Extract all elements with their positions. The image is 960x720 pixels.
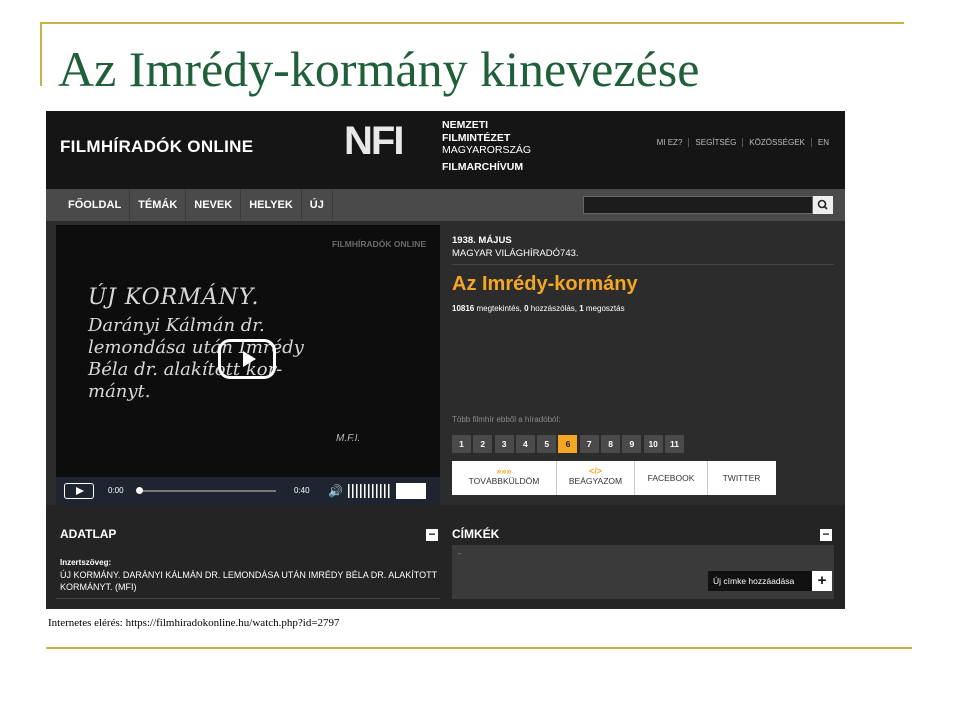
site-header: FILMHÍRADÓK ONLINE NFI NEMZETI FILMINTÉZ… [46,111,845,189]
insert-text: ÚJ KORMÁNY. DARÁNYI KÁLMÁN DR. LEMONDÁSA… [60,570,437,592]
embed-label: BEÁGYAZOM [568,476,623,486]
nfi-logo[interactable]: NFI [344,119,404,164]
video-date: 1938. MÁJUS [452,235,512,246]
adatlap-content: Inzertszöveg: ÚJ KORMÁNY. DARÁNYI KÁLMÁN… [60,557,440,593]
new-tag-input[interactable]: Új címke hozzáadása [708,571,812,591]
nav-bar: FŐOLDAL TÉMÁK NEVEK HELYEK ÚJ [46,189,845,221]
page-4[interactable]: 4 [515,435,535,453]
tags-collapse-button[interactable]: − [820,528,832,541]
nav-item-fooldal[interactable]: FŐOLDAL [60,189,131,221]
org-line-1: NEMZETI [442,119,489,131]
adatlap-collapse-button[interactable]: − [426,528,438,541]
volume-slider[interactable] [348,484,392,498]
more-news-label: Több filmhír ebből a híradóból: [452,415,561,424]
search-input[interactable] [583,196,813,214]
page-6-active[interactable]: 6 [558,435,578,453]
views-label: megtekintés, [474,304,525,313]
pagination: 1 2 3 4 5 6 7 8 9 10 11 [452,435,686,453]
video-stats: 10816 megtekintés, 0 hozzászólás, 1 mego… [452,304,625,313]
search-button[interactable] [813,196,833,214]
video-watermark: FILMHÍRADÓK ONLINE [332,239,426,249]
page-7[interactable]: 7 [579,435,599,453]
tags-title: CÍMKÉK [452,527,500,541]
views-count: 10816 [452,304,475,313]
slide-title: Az Imrédy-kormány kinevezése [58,41,700,97]
play-button[interactable] [64,483,94,499]
embed-button[interactable]: </> BEÁGYAZOM [557,461,635,495]
org-line-3: MAGYARORSZÁG [442,144,532,156]
page-1[interactable]: 1 [452,435,471,453]
page-8[interactable]: 8 [601,435,621,453]
link-kozossegek[interactable]: KÖZÖSSÉGEK [742,138,811,147]
org-line-4: FILMARCHÍVUM [442,160,524,173]
current-time: 0:00 [108,486,124,495]
total-time: 0:40 [294,486,310,495]
nav-item-helyek[interactable]: HELYEK [241,189,302,221]
insert-text-label: Inzertszöveg: [60,558,112,567]
twitter-button[interactable]: TWITTER [708,461,775,495]
bottom-rule [46,647,912,649]
video-title: Az Imrédy-kormány [452,273,638,295]
top-rule [40,22,904,24]
forward-icon: »»» [496,466,512,476]
top-links: MI EZ? SEGÍTSÉG KÖZÖSSÉGEK EN [651,138,835,147]
seek-handle[interactable] [136,487,143,494]
website-screenshot: FILMHÍRADÓK ONLINE NFI NEMZETI FILMINTÉZ… [46,111,845,609]
page-3[interactable]: 3 [494,435,514,453]
tags-empty: - [458,549,461,558]
nav-menu: FŐOLDAL TÉMÁK NEVEK HELYEK ÚJ [60,189,333,221]
tags-list: - Új címke hozzáadása + [452,545,834,599]
site-brand[interactable]: FILMHÍRADÓK ONLINE [60,137,253,157]
page-5[interactable]: 5 [537,435,557,453]
video-player[interactable]: FILMHÍRADÓK ONLINE ÚJ KORMÁNY. Darányi K… [56,225,440,505]
link-en[interactable]: EN [810,138,835,147]
nav-item-temak[interactable]: TÉMÁK [130,189,187,221]
link-segitseg[interactable]: SEGÍTSÉG [688,138,742,147]
nav-item-nevek[interactable]: NEVEK [186,189,242,221]
adatlap-divider [56,598,440,599]
page-11[interactable]: 11 [664,435,684,453]
video-series[interactable]: MAGYAR VILÁGHÍRADÓ743. [452,248,834,265]
forward-label: TOVÁBBKÜLDÖM [468,476,540,486]
source-caption: Internetes elérés: https://filmhiradokon… [48,617,340,629]
fullscreen-button[interactable] [396,483,426,499]
embed-icon: </> [588,466,602,476]
volume-icon[interactable]: 🔊 [328,484,343,498]
frame-line-1: Darányi Kálmán dr. [88,315,265,336]
page-9[interactable]: 9 [622,435,642,453]
frame-heading: ÚJ KORMÁNY. [88,285,260,310]
share-bar: »»» TOVÁBBKÜLDÖM </> BEÁGYAZOM FACEBOOK … [452,461,776,495]
frame-sign: M.F.I. [336,433,361,444]
shares-label: megosztás [583,304,625,313]
page-2[interactable]: 2 [473,435,493,453]
add-tag-button[interactable]: + [812,571,832,591]
forward-button[interactable]: »»» TOVÁBBKÜLDÖM [452,461,557,495]
page-10[interactable]: 10 [643,435,663,453]
adatlap-title: ADATLAP [60,527,117,541]
play-overlay-icon[interactable] [218,339,276,379]
comments-label: hozzászólás, [528,304,580,313]
seek-bar[interactable] [140,490,276,492]
left-rule [40,22,42,86]
video-controls: 0:00 0:40 🔊 [56,477,440,505]
org-line-2: FILMINTÉZET [442,131,511,144]
nfi-name: NEMZETI FILMINTÉZET MAGYARORSZÁG FILMARC… [442,119,531,173]
facebook-button[interactable]: FACEBOOK [635,461,708,495]
frame-line-4: mányt. [88,381,151,402]
link-mi-ez[interactable]: MI EZ? [651,138,689,147]
search-icon [817,199,828,210]
video-info: 1938. MÁJUS MAGYAR VILÁGHÍRADÓ743. Az Im… [452,231,834,495]
nav-item-uj[interactable]: ÚJ [302,189,333,221]
